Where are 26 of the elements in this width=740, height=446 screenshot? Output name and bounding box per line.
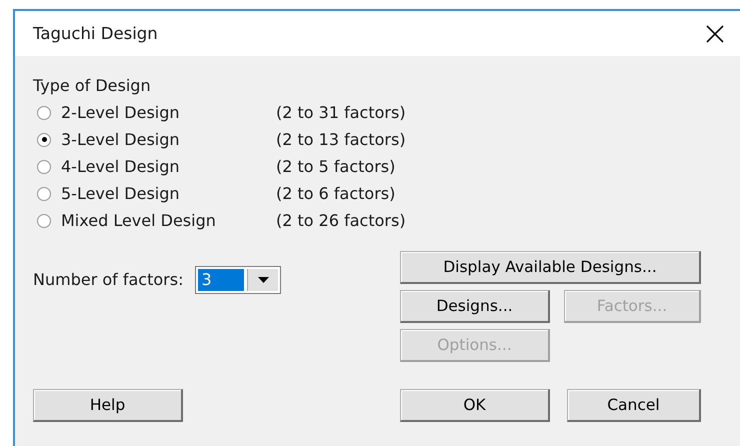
factors-dropdown[interactable]: 3	[195, 266, 282, 294]
factor-range: (2 to 26 factors)	[276, 211, 406, 230]
help-button[interactable]: Help	[33, 389, 183, 422]
cancel-button[interactable]: Cancel	[567, 389, 701, 422]
radio-button[interactable]	[37, 214, 51, 228]
radio-label[interactable]: 3-Level Design	[61, 130, 276, 149]
close-icon[interactable]	[706, 24, 724, 42]
caret-icon	[258, 276, 269, 282]
radio-button[interactable]	[37, 186, 51, 200]
radio-label[interactable]: 2-Level Design	[61, 103, 276, 122]
radio-button[interactable]	[37, 160, 51, 174]
factor-range: (2 to 5 factors)	[276, 157, 396, 176]
radio-button[interactable]	[37, 132, 51, 146]
window-title: Taguchi Design	[33, 24, 158, 43]
factor-range: (2 to 6 factors)	[276, 184, 396, 203]
radio-label[interactable]: 4-Level Design	[61, 157, 276, 176]
radio-label[interactable]: Mixed Level Design	[61, 211, 276, 230]
field-label: Number of factors:	[33, 270, 184, 289]
radio-label[interactable]: 5-Level Design	[61, 184, 276, 203]
display-designs-button[interactable]: Display Available Designs...	[400, 251, 701, 284]
factor-range: (2 to 13 factors)	[276, 130, 406, 149]
radio-button[interactable]	[37, 106, 51, 120]
designs-button[interactable]: Designs...	[400, 290, 550, 323]
group-label: Type of Design	[33, 76, 152, 95]
ok-button[interactable]: OK	[400, 389, 550, 422]
factor-range: (2 to 31 factors)	[276, 103, 406, 122]
